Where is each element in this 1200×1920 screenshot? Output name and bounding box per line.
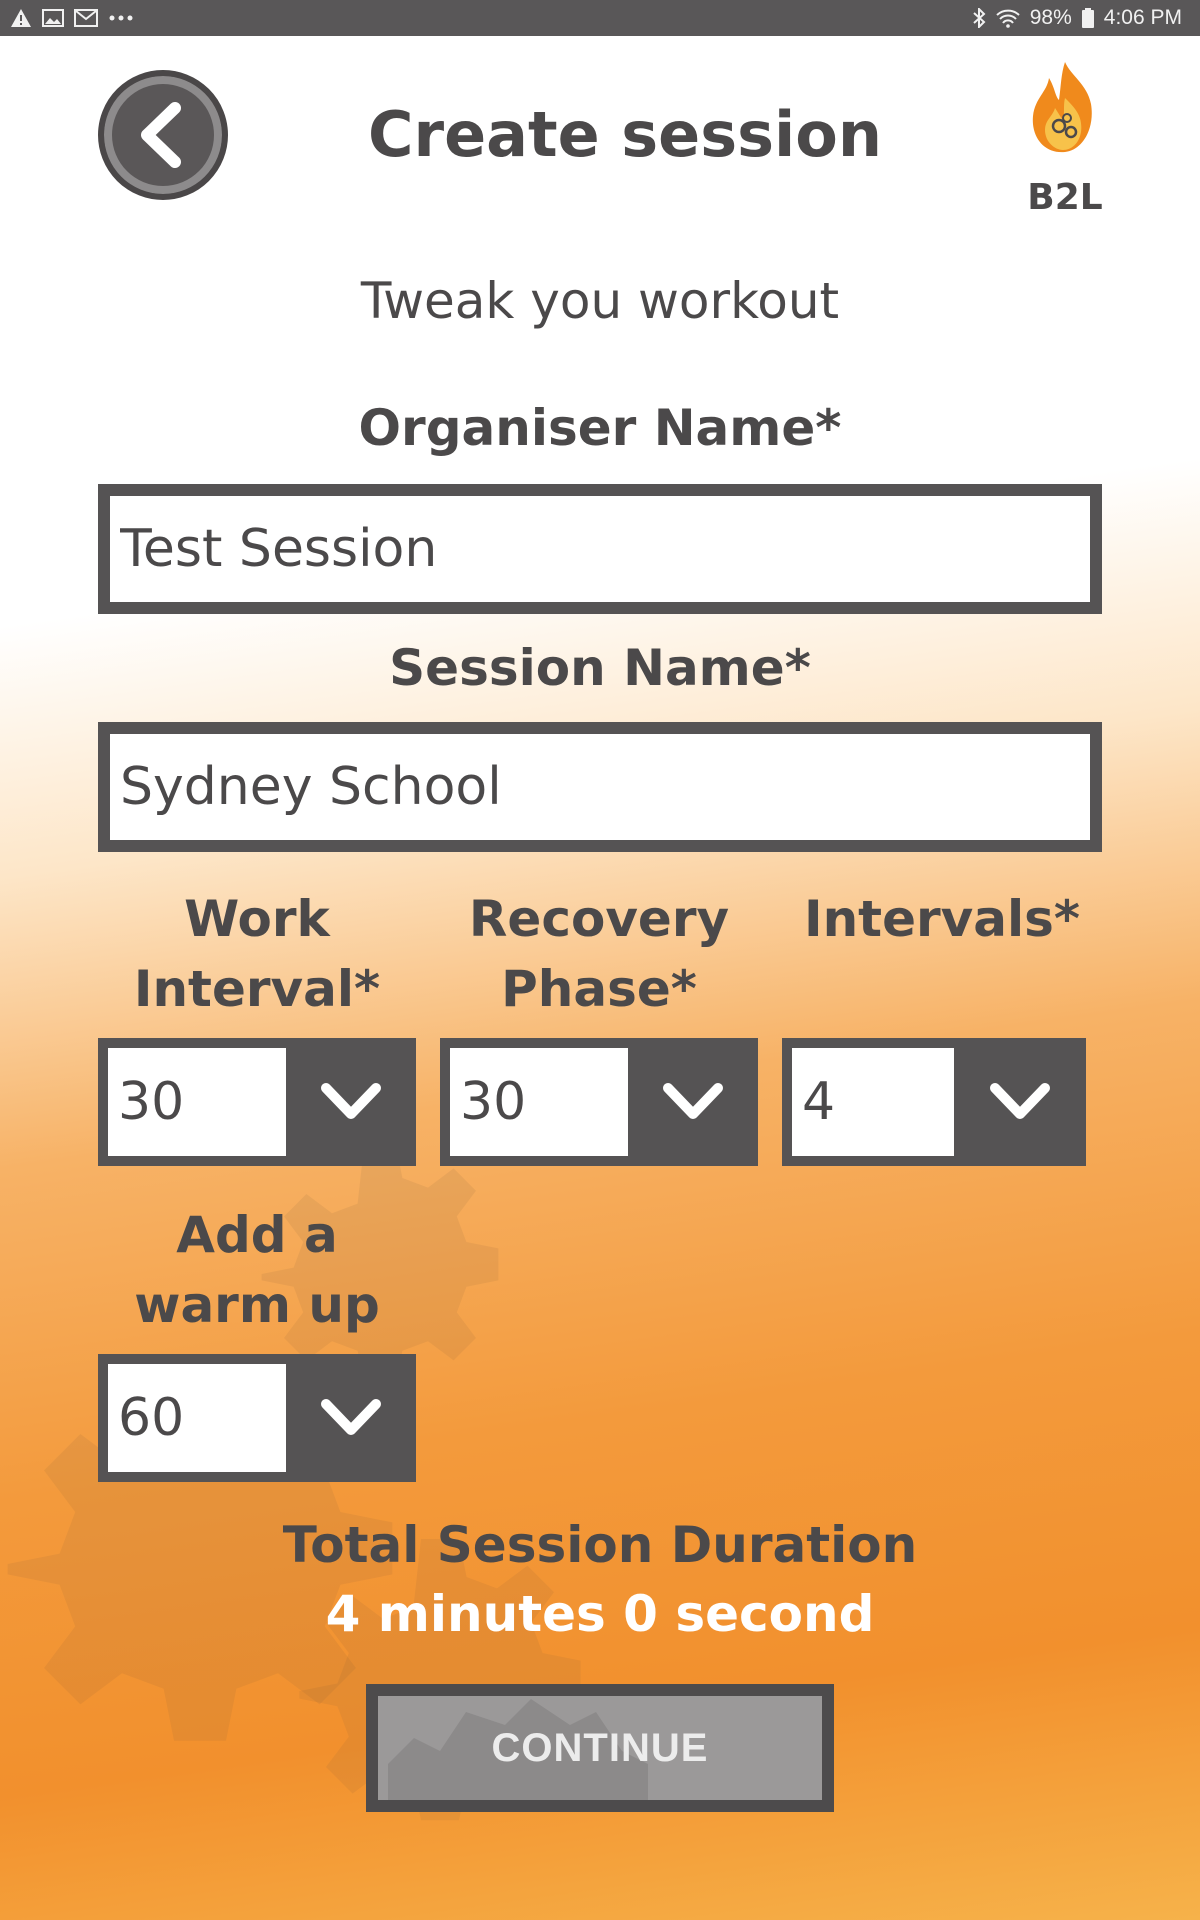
- total-duration-label: Total Session Duration: [282, 1516, 918, 1574]
- status-bar-right: 98% 4:06 PM: [972, 6, 1182, 30]
- continue-button[interactable]: CONTINUE: [366, 1684, 834, 1812]
- more-dots-icon: [108, 14, 134, 22]
- work-interval-value: 30: [108, 1048, 286, 1156]
- chevron-left-icon: [141, 102, 181, 168]
- battery-percent: 98%: [1029, 6, 1072, 29]
- warm-up-select[interactable]: 60: [98, 1354, 416, 1482]
- continue-label: CONTINUE: [491, 1725, 709, 1770]
- recovery-phase-label-line2: Phase*: [501, 960, 697, 1018]
- organiser-name-field[interactable]: [98, 484, 1102, 614]
- b2l-logo: B2L: [1015, 58, 1115, 218]
- organiser-name-label: Organiser Name*: [358, 399, 842, 457]
- session-name-label: Session Name*: [389, 639, 811, 697]
- work-interval-label-line1: Work: [184, 890, 330, 948]
- recovery-phase-label: Recovery Phase*: [440, 884, 758, 1024]
- organiser-name-input[interactable]: [120, 519, 1080, 579]
- flame-logo-icon: [1032, 62, 1092, 153]
- work-interval-label: Work Interval*: [98, 884, 416, 1024]
- intervals-label: Intervals*: [803, 890, 1081, 948]
- bluetooth-icon: [972, 8, 986, 28]
- warm-up-label-line2: warm up: [134, 1276, 380, 1334]
- chevron-down-icon[interactable]: [954, 1038, 1086, 1166]
- recovery-phase-select[interactable]: 30: [440, 1038, 758, 1166]
- intervals-value: 4: [792, 1048, 954, 1156]
- image-icon: [42, 8, 64, 28]
- mail-icon: [74, 8, 98, 28]
- work-interval-label-line2: Interval*: [133, 960, 381, 1018]
- alert-icon: [10, 8, 32, 28]
- status-bar-left: [10, 8, 134, 28]
- recovery-phase-label-line1: Recovery: [468, 890, 730, 948]
- battery-icon: [1081, 8, 1094, 28]
- chevron-down-icon[interactable]: [628, 1038, 758, 1166]
- subtitle: Tweak you workout: [360, 272, 840, 330]
- total-duration-value: 4 minutes 0 second: [325, 1585, 875, 1643]
- chevron-down-icon[interactable]: [286, 1354, 416, 1482]
- intervals-select[interactable]: 4: [782, 1038, 1086, 1166]
- work-interval-select[interactable]: 30: [98, 1038, 416, 1166]
- session-name-field[interactable]: [98, 722, 1102, 852]
- recovery-phase-value: 30: [450, 1048, 628, 1156]
- page-title: Create session: [368, 98, 882, 171]
- warm-up-label-line1: Add a: [176, 1206, 338, 1264]
- wifi-icon: [996, 8, 1020, 28]
- warm-up-value: 60: [108, 1364, 286, 1472]
- header: Create session B2L: [0, 36, 1200, 226]
- logo-text: B2L: [1027, 177, 1103, 218]
- warm-up-label: Add a warm up: [98, 1200, 416, 1340]
- back-button[interactable]: [98, 70, 228, 200]
- status-bar: 98% 4:06 PM: [0, 0, 1200, 36]
- clock: 4:06 PM: [1103, 6, 1182, 29]
- session-name-input[interactable]: [120, 757, 1080, 817]
- chevron-down-icon[interactable]: [286, 1038, 416, 1166]
